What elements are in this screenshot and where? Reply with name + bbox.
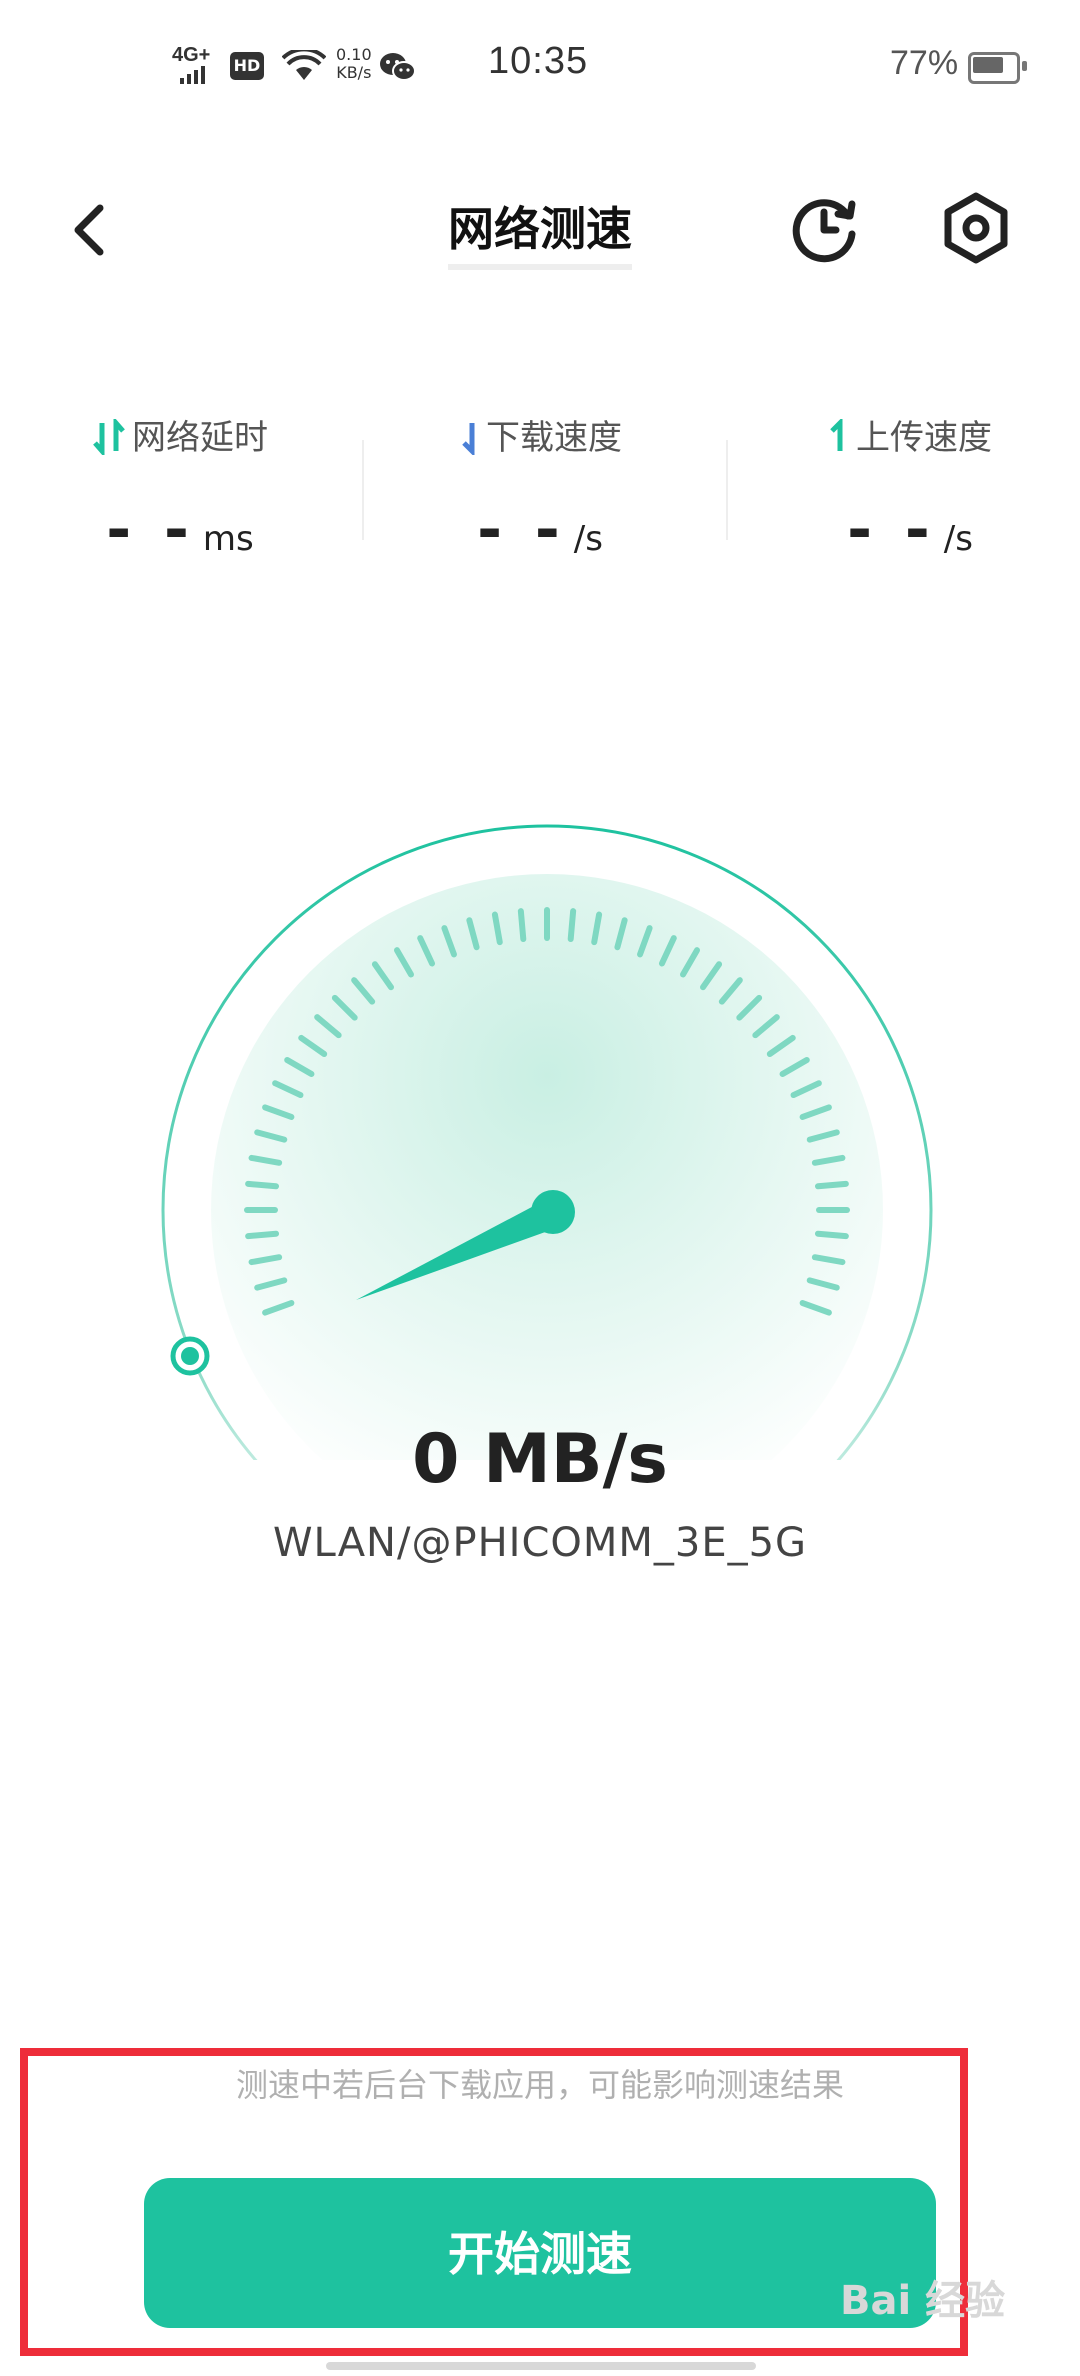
- highlight-frame: [20, 2048, 968, 2356]
- speed-gauge: [161, 824, 933, 1460]
- current-speed: 0 MB/s: [412, 1420, 668, 1499]
- metric-download: 下载速度 - -/s: [390, 410, 690, 565]
- net-speed: 0.10 KB/s: [336, 46, 372, 82]
- metric-unit: /s: [943, 519, 973, 559]
- gauge-tick: [814, 1230, 849, 1240]
- watermark: Bai 经验: [840, 2278, 1006, 2324]
- upload-arrow-icon: [830, 416, 843, 451]
- wechat-icon: [378, 50, 418, 88]
- home-indicator[interactable]: [326, 2362, 756, 2370]
- status-bar: 4G+ HD 0.10 KB/s 10:35 77%: [0, 0, 1080, 130]
- metric-value: - -: [477, 495, 566, 565]
- metric-value: - -: [847, 495, 936, 565]
- metric-label: 上传速度: [856, 418, 992, 458]
- metric-label: 网络延时: [132, 418, 268, 458]
- page-title: 网络测速: [448, 196, 632, 270]
- hd-badge: HD: [230, 52, 264, 80]
- gauge-tick: [567, 908, 577, 943]
- metric-value: - -: [106, 495, 195, 565]
- gauge-dial: [211, 874, 883, 1460]
- battery-percentage: 77%: [890, 44, 959, 82]
- gauge-tick: [814, 1180, 849, 1190]
- gauge-tick: [245, 1180, 280, 1190]
- metric-unit: /s: [573, 519, 603, 559]
- gauge-tick: [245, 1230, 280, 1240]
- wifi-icon: [281, 47, 327, 86]
- network-name: WLAN/@PHICOMM_3E_5G: [272, 1520, 808, 1566]
- divider: [362, 440, 364, 540]
- signal-bars-icon: [178, 64, 212, 88]
- metric-latency: 网络延时 - - ms: [30, 410, 330, 565]
- metric-upload: 上传速度 - -/s: [760, 410, 1060, 565]
- gauge-needle-hub: [531, 1190, 575, 1234]
- updown-arrows-icon: [93, 416, 125, 458]
- back-icon[interactable]: [70, 200, 110, 260]
- history-icon[interactable]: [790, 192, 862, 264]
- clock: 10:35: [488, 40, 589, 82]
- metric-label: 下载速度: [486, 418, 622, 458]
- net-speed-unit: KB/s: [336, 63, 372, 82]
- metric-unit: ms: [202, 519, 254, 559]
- battery-icon: [968, 52, 1027, 84]
- settings-icon[interactable]: [940, 192, 1012, 264]
- gauge-tick: [517, 908, 527, 943]
- net-speed-value: 0.10: [336, 45, 372, 64]
- divider: [726, 440, 728, 540]
- gauge-start-dot-center: [181, 1347, 199, 1365]
- download-arrow-icon: [462, 423, 475, 458]
